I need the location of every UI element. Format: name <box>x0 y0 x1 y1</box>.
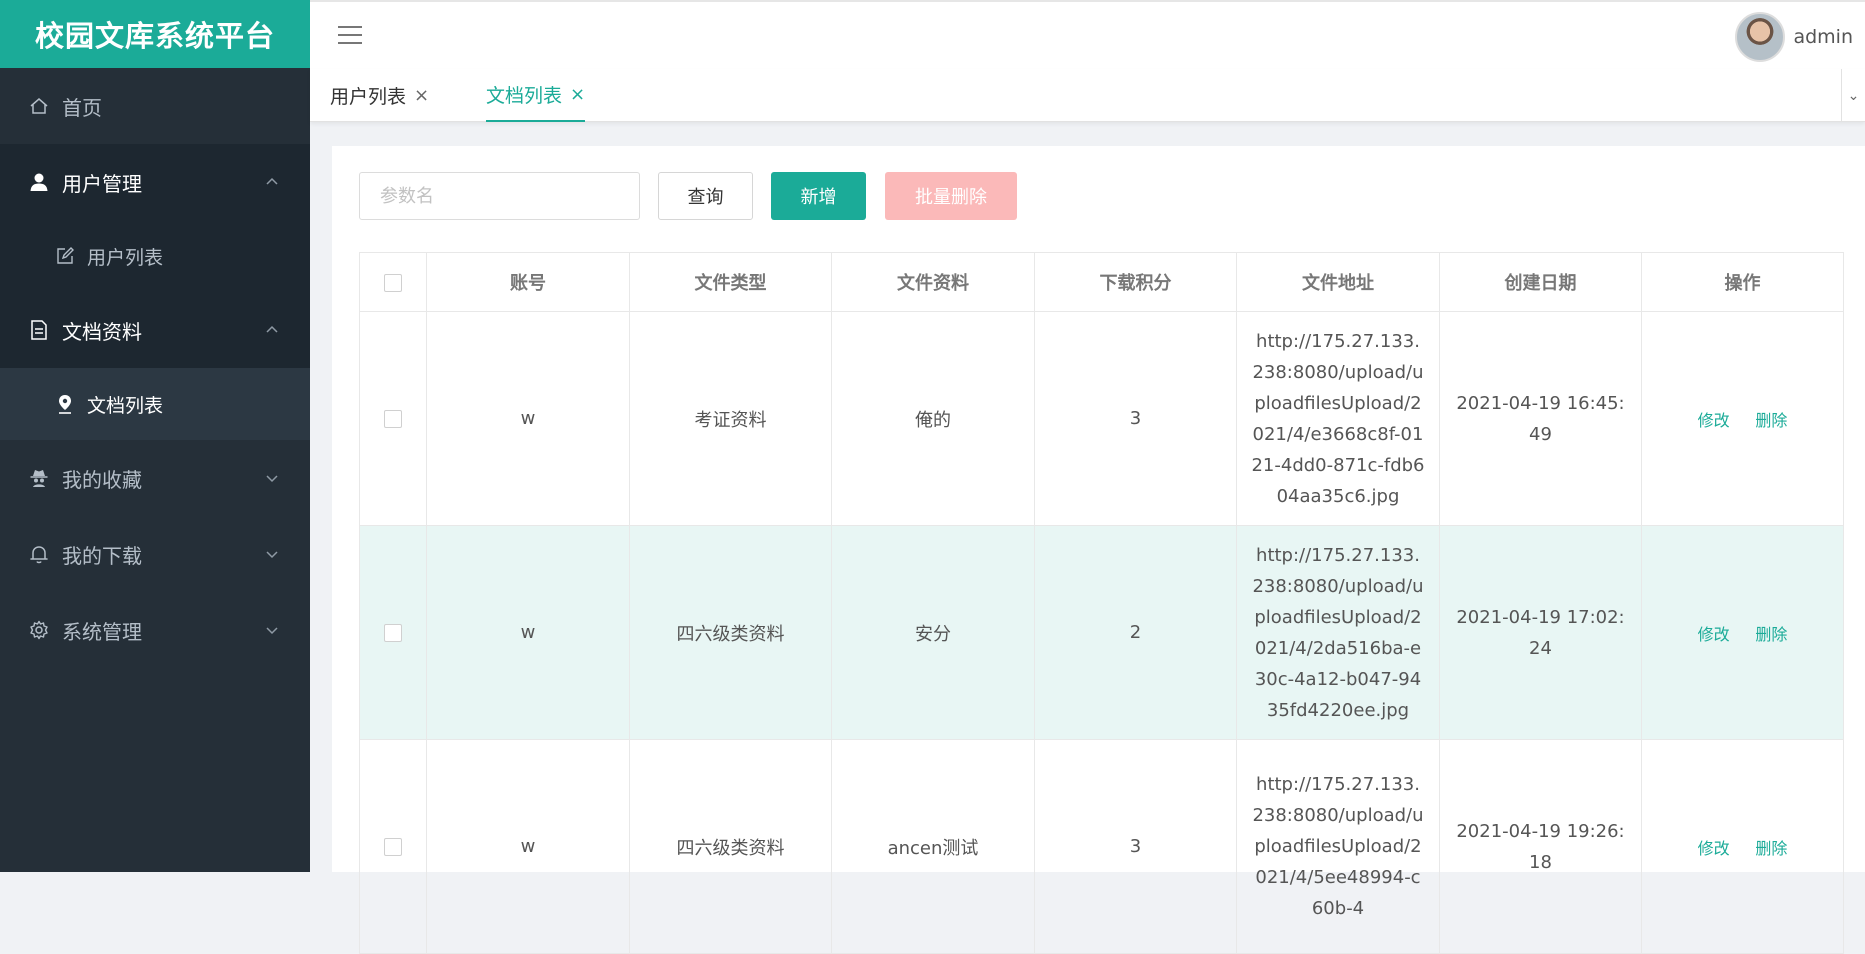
tab-user-list[interactable]: 用户列表 × <box>330 69 429 122</box>
menu-system[interactable]: 系统管理 <box>0 592 310 668</box>
menu-system-label: 系统管理 <box>62 619 142 644</box>
menu-user-management-label: 用户管理 <box>62 171 142 196</box>
row-checkbox[interactable] <box>384 410 402 428</box>
row-checkbox[interactable] <box>384 838 402 856</box>
column-header: 账号 <box>426 252 630 312</box>
cell-date: 2021-04-19 17:02:24 <box>1439 525 1642 740</box>
tab-user-list-label: 用户列表 <box>330 86 407 108</box>
sidebar-item-doc-list[interactable]: 文档列表 <box>0 368 310 440</box>
document-icon <box>28 319 50 341</box>
column-header: 文件资料 <box>831 252 1035 312</box>
edit-icon <box>55 246 75 266</box>
cell-url: http://175.27.133.238:8080/upload/upload… <box>1236 525 1440 740</box>
user-menu[interactable]: admin <box>1735 12 1853 62</box>
chevron-up-icon <box>266 177 278 185</box>
column-header: 文件地址 <box>1236 252 1440 312</box>
cell-account: w <box>426 525 630 740</box>
location-pin-icon <box>55 394 75 414</box>
menu-toggle-icon[interactable] <box>338 26 362 46</box>
sidebar-item-user-list[interactable]: 用户列表 <box>0 220 310 292</box>
username: admin <box>1793 26 1853 48</box>
row-select-cell <box>359 739 427 954</box>
chevron-down-icon <box>266 475 278 483</box>
add-button[interactable]: 新增 <box>771 172 866 220</box>
chevron-up-icon <box>266 325 278 333</box>
cell-account: w <box>426 311 630 526</box>
avatar[interactable] <box>1735 12 1786 62</box>
cell-type: 考证资料 <box>629 311 832 526</box>
menu-home[interactable]: 首页 <box>0 68 310 144</box>
batch-delete-button[interactable]: 批量删除 <box>885 172 1017 220</box>
gear-icon <box>28 619 50 641</box>
select-all-checkbox[interactable] <box>384 273 402 292</box>
app-title: 校园文库系统平台 <box>0 0 310 68</box>
delete-button[interactable]: 删除 <box>1755 839 1787 858</box>
query-button[interactable]: 查询 <box>658 172 753 220</box>
tab-doc-list-label: 文档列表 <box>486 85 563 107</box>
table-header-row: 账号 文件类型 文件资料 下载积分 文件地址 创建日期 操作 <box>359 252 1844 312</box>
edit-button[interactable]: 修改 <box>1698 625 1730 644</box>
chevron-down-icon <box>266 551 278 559</box>
cell-url: http://175.27.133.238:8080/upload/upload… <box>1236 739 1440 954</box>
menu-user-management[interactable]: 用户管理 <box>0 144 310 220</box>
user-icon <box>28 171 50 193</box>
cell-type: 四六级类资料 <box>629 525 832 740</box>
bell-icon <box>28 543 50 565</box>
cell-date: 2021-04-19 16:45:49 <box>1439 311 1642 526</box>
table-row: w 四六级类资料 ancen测试 3 http://175.27.133.238… <box>359 739 1844 954</box>
table-row: w 考证资料 俺的 3 http://175.27.133.238:8080/u… <box>359 311 1844 526</box>
select-all-cell <box>359 252 427 312</box>
tab-bar: 用户列表 × 文档列表 × ⌄ <box>310 69 1865 122</box>
home-icon <box>28 95 50 117</box>
cell-points: 3 <box>1034 311 1237 526</box>
edit-button[interactable]: 修改 <box>1698 411 1730 430</box>
spy-icon <box>28 467 50 489</box>
cell-name: 俺的 <box>831 311 1035 526</box>
cell-date: 2021-04-19 19:26:18 <box>1439 739 1642 954</box>
main-content: 查询 新增 批量删除 账号 文件类型 文件资料 下载积分 文件地址 创建日期 操… <box>332 146 1865 954</box>
documents-table: 账号 文件类型 文件资料 下载积分 文件地址 创建日期 操作 w 考证资料 俺的… <box>359 252 1844 954</box>
menu-favorites-label: 我的收藏 <box>62 467 142 492</box>
close-icon[interactable]: × <box>570 84 585 105</box>
sidebar: 校园文库系统平台 首页 用户管理 用户列表 文档资料 文档列表 我的收藏 我的下… <box>0 0 310 872</box>
cell-type: 四六级类资料 <box>629 739 832 954</box>
row-checkbox[interactable] <box>384 624 402 642</box>
delete-button[interactable]: 删除 <box>1755 625 1787 644</box>
column-header: 文件类型 <box>629 252 832 312</box>
menu-documents[interactable]: 文档资料 <box>0 292 310 368</box>
cell-actions: 修改 删除 <box>1641 311 1844 526</box>
chevron-down-icon[interactable]: ⌄ <box>1841 69 1865 122</box>
sidebar-item-doc-list-label: 文档列表 <box>87 394 164 417</box>
delete-button[interactable]: 删除 <box>1755 411 1787 430</box>
menu-home-label: 首页 <box>62 95 102 120</box>
top-header: admin <box>310 0 1865 69</box>
column-header: 操作 <box>1641 252 1844 312</box>
cell-url: http://175.27.133.238:8080/upload/upload… <box>1236 311 1440 526</box>
menu-documents-label: 文档资料 <box>62 319 142 344</box>
row-select-cell <box>359 311 427 526</box>
cell-name: ancen测试 <box>831 739 1035 954</box>
column-header: 创建日期 <box>1439 252 1642 312</box>
menu-downloads-label: 我的下载 <box>62 543 142 568</box>
menu-favorites[interactable]: 我的收藏 <box>0 440 310 516</box>
sidebar-item-user-list-label: 用户列表 <box>87 246 164 269</box>
cell-actions: 修改 删除 <box>1641 525 1844 740</box>
column-header: 下载积分 <box>1034 252 1237 312</box>
edit-button[interactable]: 修改 <box>1698 839 1730 858</box>
table-row: w 四六级类资料 安分 2 http://175.27.133.238:8080… <box>359 525 1844 740</box>
cell-points: 3 <box>1034 739 1237 954</box>
cell-name: 安分 <box>831 525 1035 740</box>
menu-downloads[interactable]: 我的下载 <box>0 516 310 592</box>
cell-points: 2 <box>1034 525 1237 740</box>
cell-actions: 修改 删除 <box>1641 739 1844 954</box>
close-icon[interactable]: × <box>414 85 429 106</box>
tab-doc-list[interactable]: 文档列表 × <box>486 69 586 122</box>
cell-account: w <box>426 739 630 954</box>
chevron-down-icon <box>266 627 278 635</box>
search-input[interactable] <box>359 172 640 220</box>
row-select-cell <box>359 525 427 740</box>
